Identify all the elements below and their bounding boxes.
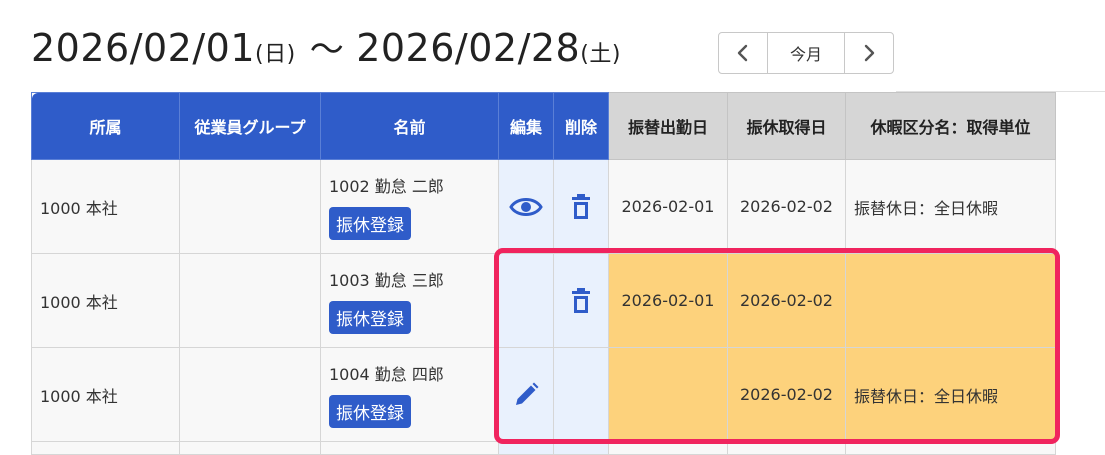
header-edit: 編集	[498, 92, 554, 160]
cell-work-date: 2026-02-01	[608, 253, 728, 348]
cell-delete	[553, 159, 609, 254]
trash-icon[interactable]	[571, 287, 591, 315]
eye-icon[interactable]	[509, 196, 543, 218]
cell-leave-type: 振替休日：全日休暇	[845, 347, 1056, 442]
table-row: 1000 本社 1003 勤怠 三郎 振休登録 2026-02-01 2026-…	[31, 253, 1056, 348]
cell-leave-date: 2026-02-02	[727, 347, 846, 442]
cell-name: 1004 勤怠 四郎 振休登録	[320, 347, 499, 442]
header-group: 従業員グループ	[179, 92, 321, 160]
end-day-of-week: (土)	[580, 42, 621, 67]
cell-edit	[498, 253, 554, 348]
cell-delete	[553, 347, 609, 442]
header-delete: 削除	[553, 92, 609, 160]
cell-work-date: 2026-02-01	[608, 159, 728, 254]
cell-group	[179, 159, 321, 254]
trash-icon[interactable]	[571, 193, 591, 221]
register-leave-button[interactable]: 振休登録	[329, 301, 411, 334]
cell-leave-type	[845, 253, 1056, 348]
cell-dept: 1000 本社	[31, 347, 180, 442]
table-row: 1000 本社 1004 勤怠 四郎 振休登録 2026-02-02 振替休日：…	[31, 347, 1056, 442]
register-leave-button[interactable]: 振休登録	[329, 395, 411, 428]
period-range: 2026/02/01(日) 〜 2026/02/28(土)	[31, 22, 621, 71]
cell-delete	[553, 253, 609, 348]
header-dept: 所属	[31, 92, 180, 160]
register-leave-button[interactable]: 振休登録	[329, 207, 411, 240]
pencil-icon[interactable]	[513, 382, 539, 408]
table-row: 1000 本社 1002 勤怠 二郎 振休登録 2026-02-01 2026-…	[31, 159, 1056, 254]
cell-leave-date: 2026-02-02	[727, 159, 846, 254]
next-month-button[interactable]	[844, 33, 893, 73]
chevron-left-icon	[737, 44, 748, 62]
cell-dept: 1000 本社	[31, 253, 180, 348]
cell-group	[179, 253, 321, 348]
table-header-row: 所属 従業員グループ 名前 編集 削除 振替出勤日 振休取得日 休暇区分名：取得…	[31, 92, 1056, 160]
substitute-leave-table: 所属 従業員グループ 名前 編集 削除 振替出勤日 振休取得日 休暇区分名：取得…	[31, 92, 1056, 455]
start-date: 2026/02/01	[31, 26, 256, 70]
start-day-of-week: (日)	[255, 42, 296, 67]
chevron-right-icon	[864, 44, 875, 62]
cell-leave-type: 振替休日：全日休暇	[845, 159, 1056, 254]
header-leave-type: 休暇区分名：取得単位	[845, 92, 1056, 160]
cell-name: 1003 勤怠 三郎 振休登録	[320, 253, 499, 348]
header-work-date: 振替出勤日	[608, 92, 728, 160]
cell-name: 1002 勤怠 二郎 振休登録	[320, 159, 499, 254]
employee-name: 1002 勤怠 二郎	[329, 177, 444, 196]
employee-name: 1004 勤怠 四郎	[329, 365, 444, 384]
end-date: 2026/02/28	[356, 26, 581, 70]
cell-work-date	[608, 347, 728, 442]
header-name: 名前	[320, 92, 499, 160]
cell-leave-date: 2026-02-02	[727, 253, 846, 348]
range-separator: 〜	[309, 30, 345, 70]
current-month-button[interactable]: 今月	[768, 33, 844, 73]
header-leave-date: 振休取得日	[727, 92, 846, 160]
cell-group	[179, 347, 321, 442]
cell-dept: 1000 本社	[31, 159, 180, 254]
prev-month-button[interactable]	[719, 33, 768, 73]
cell-edit	[498, 347, 554, 442]
employee-name: 1003 勤怠 三郎	[329, 271, 444, 290]
month-navigation: 今月	[718, 32, 894, 74]
cell-edit	[498, 159, 554, 254]
